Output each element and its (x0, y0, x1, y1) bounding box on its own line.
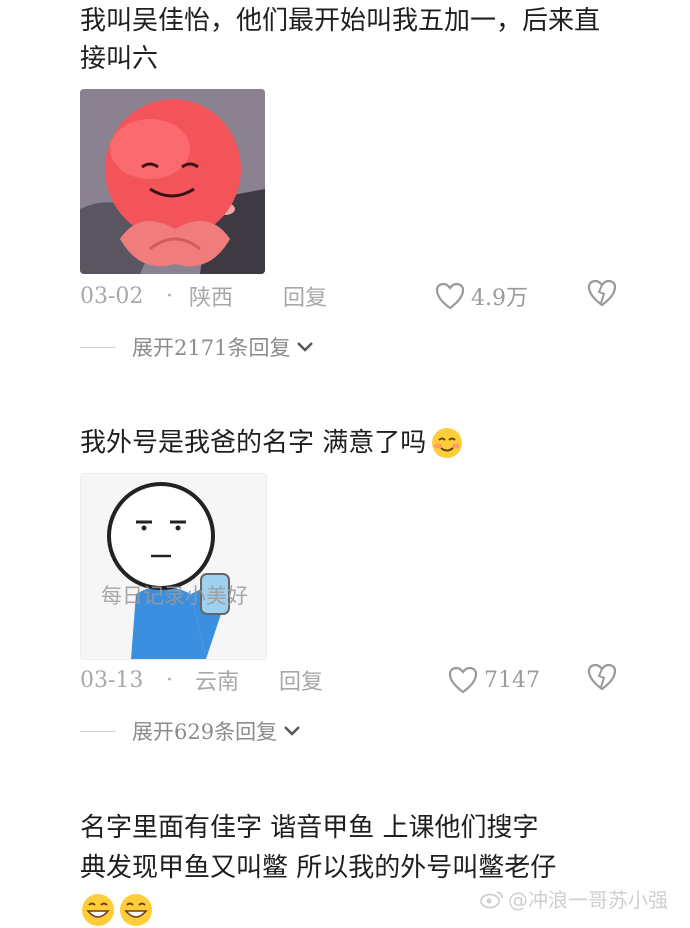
chevron-down-icon (284, 726, 300, 736)
sticker-image[interactable]: 每日记录小美好 (80, 473, 267, 660)
reply-button[interactable]: 回复 (283, 280, 327, 312)
comment-location: 陕西 (189, 286, 234, 311)
expand-replies-button[interactable]: 展开2171条回复 (80, 329, 314, 365)
broken-heart-icon (587, 279, 617, 307)
comment-text-line: 名字里面有佳字 谐音甲鱼 上课他们搜字 (80, 813, 539, 843)
comment-meta: 03-02 · 陕西 回复 4.9万 (80, 276, 617, 316)
comment-text: 名字里面有佳字 谐音甲鱼 上课他们搜字 典发现甲鱼又叫鳖 所以我的外号叫鳖老仔 (80, 808, 640, 888)
comment-location: 云南 (195, 670, 240, 695)
comment-text-row: 我外号是我爸的名字 满意了吗 (80, 424, 620, 462)
expand-replies-button[interactable]: 展开629条回复 (80, 713, 301, 749)
sticker-image[interactable] (80, 89, 265, 274)
reply-button[interactable]: 回复 (279, 664, 323, 696)
watermark-text: @冲浪一哥苏小强 (508, 888, 668, 912)
comment-text: 我叫吴佳怡，他们最开始叫我五加一，后来直接叫六 (80, 6, 601, 74)
heart-icon (435, 282, 465, 310)
broken-heart-icon (587, 663, 617, 691)
comment-date: 03-02 (80, 283, 144, 309)
like-count: 4.9万 (471, 286, 528, 311)
dislike-button[interactable] (587, 663, 617, 697)
grin-emoji-icon (120, 894, 152, 926)
grin-emoji-icon (82, 894, 114, 926)
like-button[interactable]: 4.9万 (435, 280, 528, 312)
stick-figure-sticker-icon (81, 474, 266, 659)
emoji-row (80, 892, 154, 928)
comment-text-line: 典发现甲鱼又叫鳖 所以我的外号叫鳖老仔 (80, 853, 557, 883)
expand-label: 展开2171条回复 (132, 336, 291, 360)
smile-emoji-icon (432, 428, 463, 458)
weibo-watermark: @冲浪一哥苏小强 (480, 884, 668, 913)
heart-icon (448, 666, 478, 694)
image-watermark-text: 每日记录小美好 (101, 584, 248, 608)
comment-meta: 03-13 · 云南 回复 7147 (80, 660, 617, 700)
separator-dot: · (166, 667, 173, 693)
expand-label: 展开629条回复 (132, 720, 278, 744)
comment-date: 03-13 (80, 667, 144, 693)
separator-dot: · (166, 283, 173, 309)
divider-line (80, 730, 116, 732)
like-count: 7147 (484, 667, 540, 693)
red-face-sticker-icon (80, 89, 265, 274)
like-button[interactable]: 7147 (448, 666, 540, 694)
divider-line (80, 346, 116, 348)
chevron-down-icon (297, 342, 314, 352)
weibo-icon (480, 890, 503, 908)
dislike-button[interactable] (587, 279, 617, 313)
comment-text: 我外号是我爸的名字 满意了吗 (80, 428, 427, 458)
